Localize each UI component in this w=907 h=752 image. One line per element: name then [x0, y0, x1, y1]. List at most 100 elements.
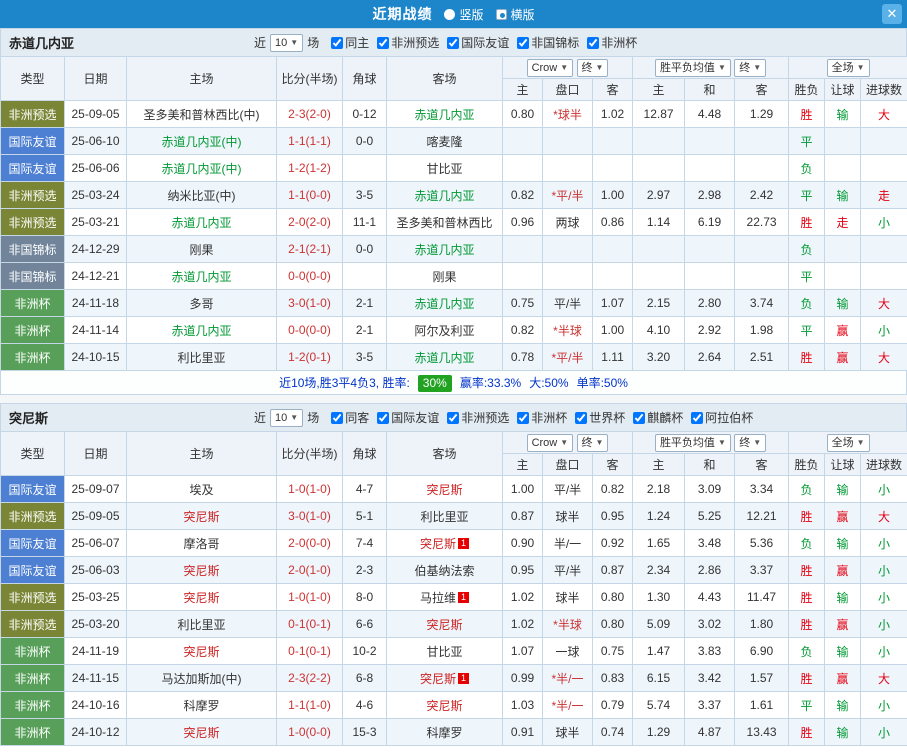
filter-阿拉伯杯[interactable]: 阿拉伯杯 [691, 409, 753, 426]
final-odds-select[interactable]: 终 ▼ [576, 433, 609, 452]
filter-checkbox[interactable] [633, 411, 646, 424]
match-row: 非洲杯 24-11-14 赤道几内亚 0-0(0-0) 2-1 阿尔及利亚 0.82 *半球 1… [0, 316, 907, 344]
recent-count-value: 10 [275, 411, 288, 424]
home-team: 突尼斯 [126, 718, 277, 746]
final-odds-select[interactable]: 终 ▼ [576, 58, 609, 77]
match-date: 25-09-07 [64, 475, 127, 503]
sub-odds-home: 主 [502, 78, 543, 101]
filter-checkbox[interactable] [517, 411, 530, 424]
filter-checkbox[interactable] [447, 411, 460, 424]
team-name: 突尼斯 [426, 617, 463, 632]
away-team: 赤道几内亚 [386, 289, 503, 317]
near-label: 近 [254, 36, 267, 50]
euro-away-odds: 5.36 [734, 529, 790, 557]
team-name: 纳米比亚(中) [167, 188, 236, 203]
filter-label: 同客 [345, 411, 370, 425]
euro-home-odds: 6.15 [632, 664, 686, 692]
match-date: 25-09-05 [64, 100, 127, 128]
filter-checkbox[interactable] [447, 36, 460, 49]
result-handicap [824, 154, 862, 182]
euro-away-odds: 13.43 [734, 718, 790, 746]
filter-同客[interactable]: 同客 [331, 409, 369, 426]
filter-checkbox[interactable] [331, 411, 344, 424]
away-team: 赤道几内亚 [386, 343, 503, 371]
filter-label: 国际友谊 [461, 36, 510, 50]
filter-国际友谊[interactable]: 国际友谊 [377, 409, 439, 426]
euro-odds-group-header: 胜平负均值 ▼ 终 ▼ [632, 431, 790, 454]
filter-非洲杯[interactable]: 非洲杯 [587, 34, 637, 51]
filter-label: 非洲杯 [531, 411, 568, 425]
radio-vertical-layout[interactable]: 竖版 [444, 6, 484, 23]
asian-away-odds: 0.79 [591, 691, 634, 719]
team-name: 甘比亚 [426, 644, 463, 659]
wdl-average-select[interactable]: 胜平负均值 ▼ [654, 58, 731, 77]
corners: 11-1 [342, 208, 387, 236]
team-name: 突尼斯 [419, 671, 456, 686]
filter-checkbox[interactable] [331, 36, 344, 49]
scope-select[interactable]: 全场 ▼ [826, 433, 870, 452]
radio-unselected-icon [444, 8, 456, 20]
filter-非洲杯[interactable]: 非洲杯 [517, 409, 567, 426]
score: 2-3(2-2) [276, 664, 343, 692]
result-handicap: 输 [824, 691, 862, 719]
chevron-down-icon: ▼ [595, 62, 604, 72]
away-team: 圣多美和普林西比 [386, 208, 503, 236]
final-euro-select[interactable]: 终 ▼ [734, 58, 767, 77]
scope-select[interactable]: 全场 ▼ [826, 58, 870, 77]
euro-away-odds: 1.57 [734, 664, 790, 692]
filter-checkbox[interactable] [377, 411, 390, 424]
asian-away-odds: 0.75 [591, 637, 634, 665]
match-type-badge: 国际友谊 [0, 529, 65, 557]
company-select[interactable]: Crow ▼ [526, 433, 574, 452]
section-divider [0, 395, 907, 403]
company-select[interactable]: Crow ▼ [526, 58, 574, 77]
away-team: 赤道几内亚 [386, 181, 503, 209]
col-type-header: 类型 [0, 431, 65, 476]
score: 2-0(2-0) [276, 208, 343, 236]
filter-同主[interactable]: 同主 [331, 34, 369, 51]
red-card-badge: 1 [458, 537, 469, 549]
match-date: 24-12-21 [64, 262, 127, 290]
sub-handicap: 让球 [824, 78, 862, 101]
asian-handicap: *半球 [542, 610, 593, 638]
final-euro-select[interactable]: 终 ▼ [734, 433, 767, 452]
away-team: 突尼斯 [386, 610, 503, 638]
close-button[interactable]: ✕ [882, 4, 902, 24]
result-goals: 小 [860, 529, 907, 557]
filter-checkbox[interactable] [587, 36, 600, 49]
match-type-badge: 非洲预选 [0, 181, 65, 209]
sub-result: 胜负 [788, 453, 826, 476]
match-row: 非洲预选 25-03-21 赤道几内亚 2-0(2-0) 11-1 圣多美和普林西比 0.9… [0, 208, 907, 236]
result-handicap: 赢 [824, 610, 862, 638]
match-type-badge: 国际友谊 [0, 127, 65, 155]
euro-home-odds: 2.18 [632, 475, 686, 503]
recent-count-select[interactable]: 10 ▼ [270, 33, 304, 52]
corners: 3-5 [342, 343, 387, 371]
euro-draw-odds: 4.48 [684, 100, 736, 128]
match-type-badge: 非国锦标 [0, 235, 65, 263]
sub-goals: 进球数 [860, 453, 907, 476]
sub-result: 胜负 [788, 78, 826, 101]
euro-home-odds: 1.24 [632, 502, 686, 530]
filter-非洲预选[interactable]: 非洲预选 [377, 34, 439, 51]
filter-麒麟杯[interactable]: 麒麟杯 [633, 409, 683, 426]
section-tunisia: 突尼斯 近 10 ▼ 场 同客 国际友谊 非洲预选 非洲杯 世界杯 麒麟杯 阿拉伯杯 类型 日… [0, 403, 907, 746]
filter-checkbox[interactable] [517, 36, 530, 49]
filter-世界杯[interactable]: 世界杯 [575, 409, 625, 426]
summary-record: 近10场,胜3平4负3, 胜率: [279, 376, 410, 390]
filter-非洲预选[interactable]: 非洲预选 [447, 409, 509, 426]
filter-checkbox[interactable] [575, 411, 588, 424]
recent-count-select[interactable]: 10 ▼ [270, 408, 304, 427]
asian-odds-group-header: Crow ▼ 终 ▼ [501, 431, 634, 454]
col-date-header: 日期 [64, 56, 127, 101]
wdl-average-select[interactable]: 胜平负均值 ▼ [654, 433, 731, 452]
corners: 2-3 [342, 556, 387, 584]
filter-非国锦标[interactable]: 非国锦标 [517, 34, 579, 51]
sub-goals: 进球数 [860, 78, 907, 101]
euro-draw-odds: 2.92 [684, 316, 736, 344]
filter-checkbox[interactable] [691, 411, 704, 424]
filter-checkbox[interactable] [377, 36, 390, 49]
filter-国际友谊[interactable]: 国际友谊 [447, 34, 509, 51]
filter-label: 世界杯 [589, 411, 626, 425]
radio-horizontal-layout[interactable]: 横版 [495, 6, 535, 23]
